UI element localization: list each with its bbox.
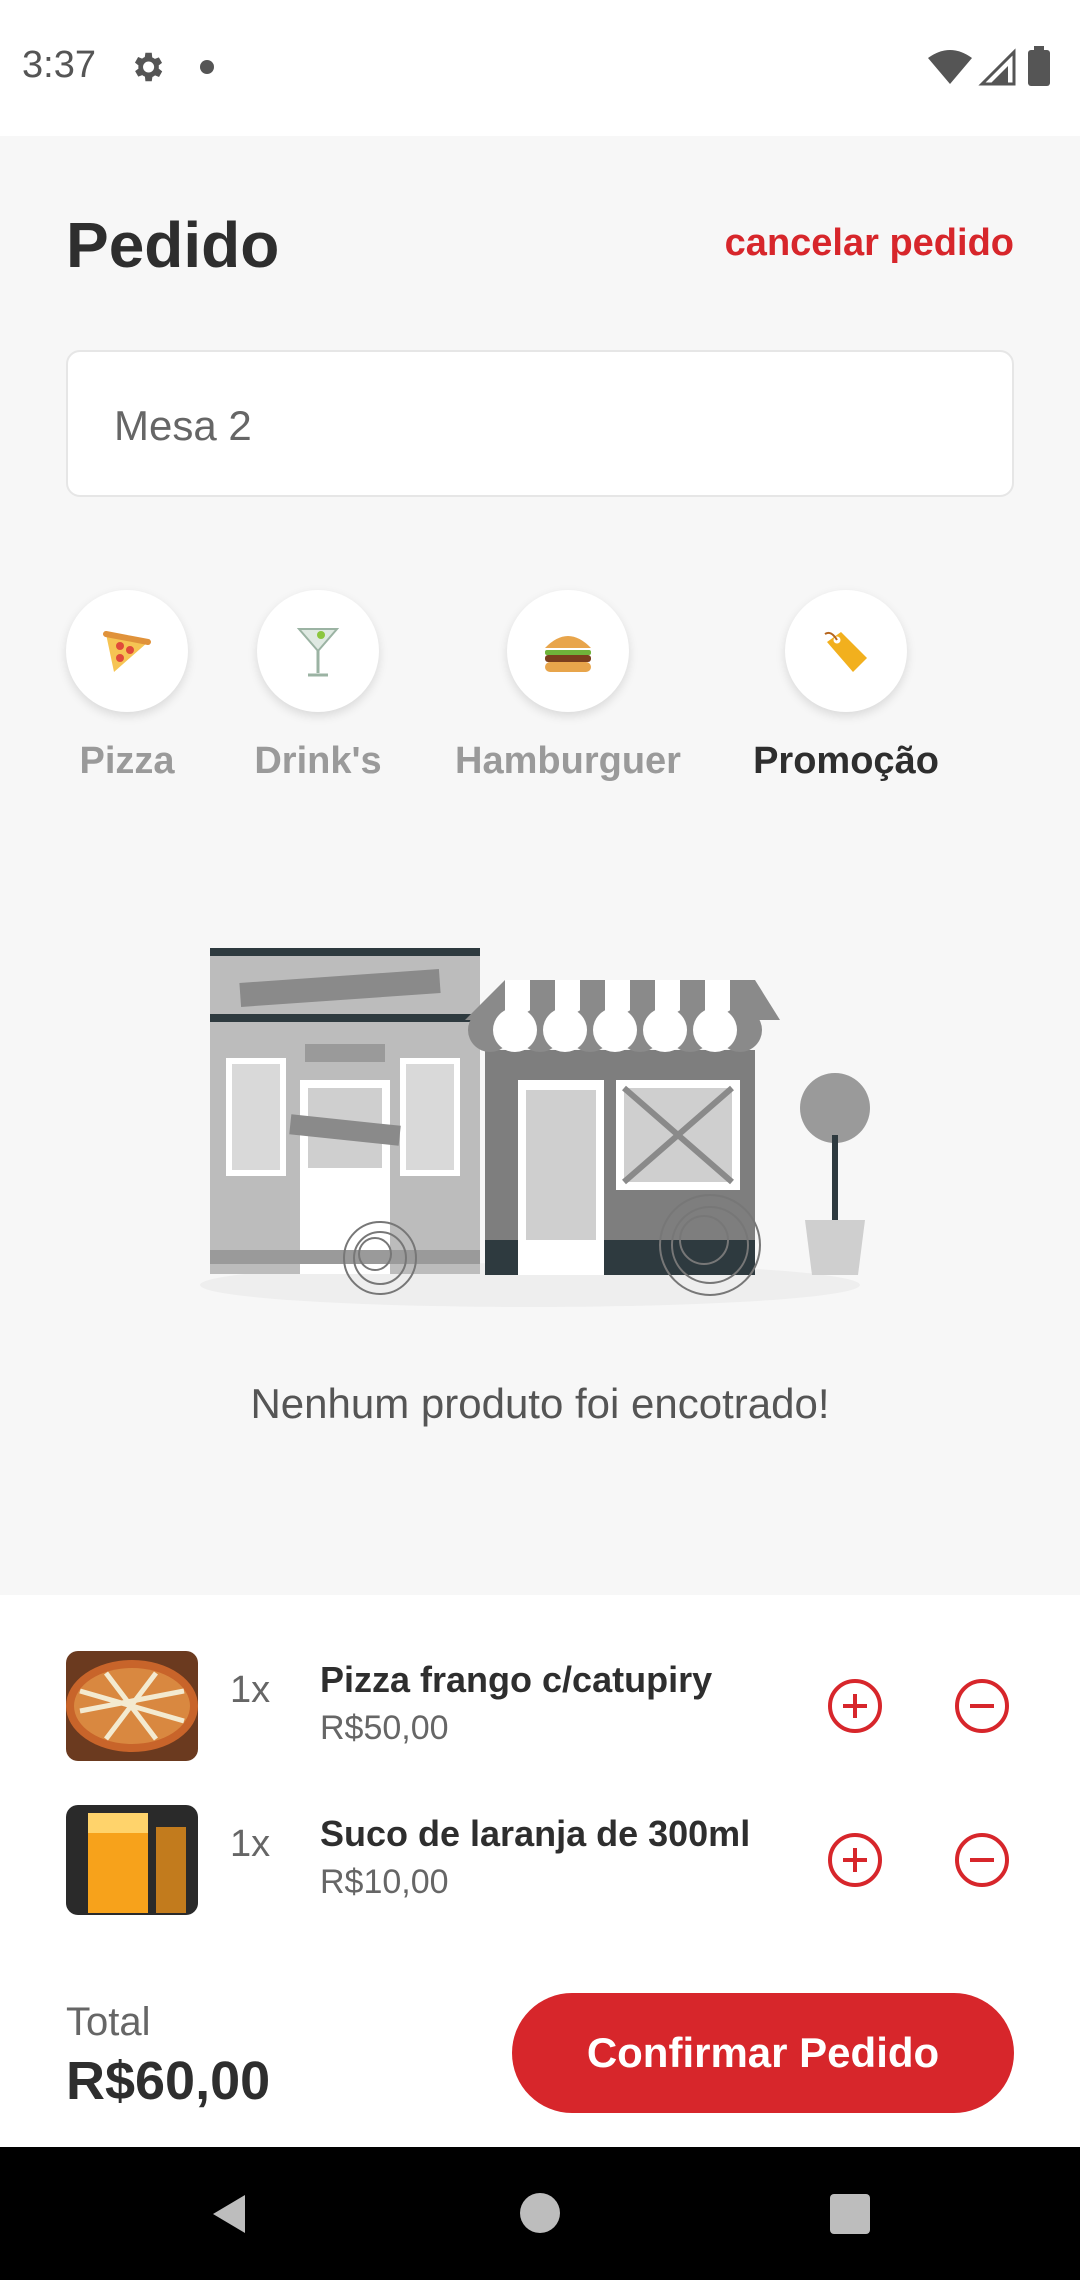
empty-state-message: Nenhum produto foi encotrado! bbox=[250, 1380, 830, 1427]
category-label: Pizza bbox=[79, 740, 175, 782]
status-time: 3:37 bbox=[22, 44, 96, 86]
plus-circle-icon[interactable] bbox=[826, 1831, 884, 1889]
cart-item-qty: 1x bbox=[230, 1669, 271, 1711]
settings-icon bbox=[134, 52, 163, 82]
total-value: R$60,00 bbox=[66, 2051, 271, 2111]
category-promo[interactable]: Promoção bbox=[753, 590, 939, 782]
tag-icon bbox=[824, 631, 867, 672]
signal-battery-icons bbox=[928, 46, 1050, 86]
table-field-value: Mesa 2 bbox=[114, 402, 252, 449]
burger-icon bbox=[545, 636, 591, 672]
notification-dot-icon bbox=[200, 60, 214, 74]
recents-icon[interactable] bbox=[830, 2194, 870, 2234]
table-field[interactable]: Mesa 2 bbox=[66, 350, 1014, 497]
category-pizza-circle bbox=[66, 590, 188, 712]
cart-item: 1x Pizza frango c/catupiry R$50,00 bbox=[0, 1651, 1080, 1763]
cart-item: 1x Suco de laranja de 300ml R$10,00 bbox=[0, 1805, 1080, 1917]
cocktail-icon bbox=[296, 628, 340, 677]
home-icon[interactable] bbox=[520, 2193, 560, 2233]
minus-circle-icon[interactable] bbox=[953, 1831, 1011, 1889]
page-title: Pedido bbox=[66, 209, 280, 281]
category-promo-circle bbox=[785, 590, 907, 712]
category-burger[interactable]: Hamburguer bbox=[455, 590, 681, 782]
category-label: Hamburguer bbox=[455, 740, 681, 782]
cart-item-price: R$10,00 bbox=[320, 1863, 449, 1901]
status-bar: 3:37 bbox=[0, 0, 1080, 136]
category-label: Drink's bbox=[254, 740, 382, 782]
category-label: Promoção bbox=[753, 740, 939, 782]
closed-store-illustration bbox=[200, 948, 870, 1307]
cart-item-name: Suco de laranja de 300ml bbox=[320, 1813, 751, 1854]
confirm-order-button[interactable]: Confirmar Pedido bbox=[512, 1993, 1014, 2113]
pizza-thumbnail bbox=[66, 1651, 198, 1761]
cart-item-qty: 1x bbox=[230, 1823, 271, 1865]
category-drinks-circle bbox=[257, 590, 379, 712]
cancel-order-link[interactable]: cancelar pedido bbox=[725, 222, 1014, 265]
category-pizza[interactable]: Pizza bbox=[66, 590, 188, 782]
system-nav-bar bbox=[0, 2147, 1080, 2280]
category-burger-circle bbox=[507, 590, 629, 712]
cart-item-name: Pizza frango c/catupiry bbox=[320, 1659, 713, 1700]
plus-circle-icon[interactable] bbox=[826, 1677, 884, 1735]
cart-item-price: R$50,00 bbox=[320, 1709, 449, 1747]
total-label: Total bbox=[66, 2000, 151, 2044]
back-icon[interactable] bbox=[205, 2189, 255, 2239]
category-drinks[interactable]: Drink's bbox=[254, 590, 382, 782]
juice-thumbnail bbox=[66, 1805, 198, 1915]
minus-circle-icon[interactable] bbox=[953, 1677, 1011, 1735]
pizza-icon bbox=[103, 631, 151, 672]
